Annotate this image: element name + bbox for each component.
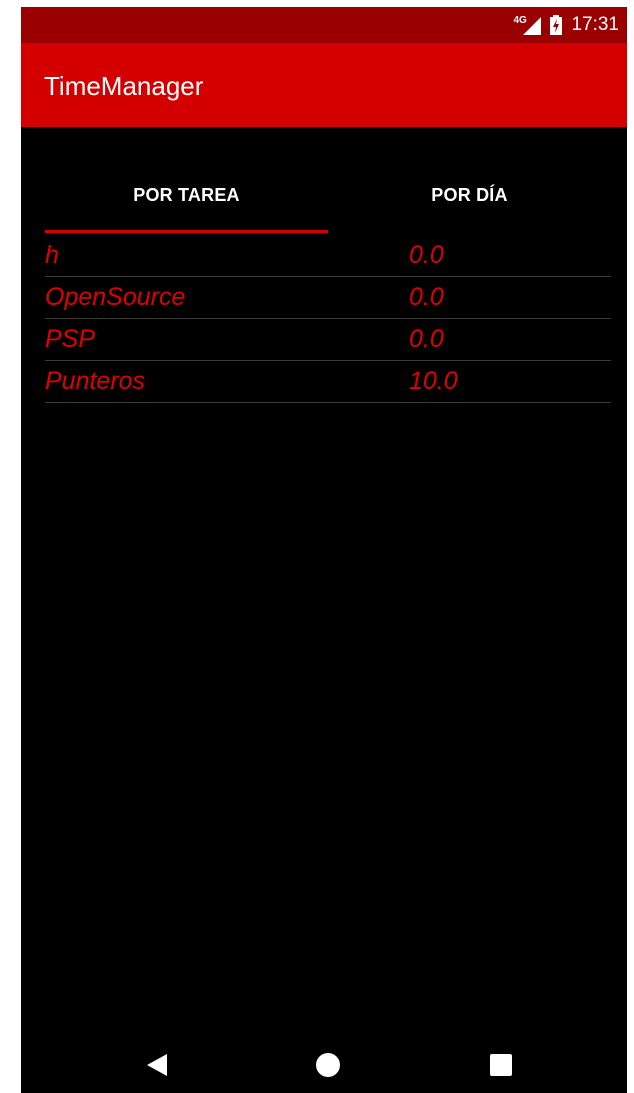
task-hours: 0.0 bbox=[409, 325, 444, 353]
task-list: h 0.0 OpenSource 0.0 PSP 0.0 Punteros 10… bbox=[45, 235, 611, 403]
tab-label: POR TAREA bbox=[133, 185, 240, 205]
app-bar: TimeManager bbox=[21, 43, 627, 127]
back-button[interactable] bbox=[127, 1037, 187, 1093]
system-navigation-bar bbox=[21, 1037, 627, 1093]
task-hours: 0.0 bbox=[409, 241, 444, 269]
back-icon bbox=[147, 1054, 167, 1076]
task-name: OpenSource bbox=[45, 283, 186, 311]
app-title: TimeManager bbox=[44, 71, 204, 101]
home-icon bbox=[316, 1053, 340, 1077]
task-name: PSP bbox=[45, 325, 96, 353]
battery-charging-icon bbox=[550, 15, 563, 35]
app-screen: 4G 17:31 TimeManager POR TAREA POR DÍA h… bbox=[21, 7, 627, 1093]
task-row[interactable]: h 0.0 bbox=[45, 235, 611, 277]
tab-por-dia[interactable]: POR DÍA bbox=[328, 157, 611, 235]
status-icons: 4G 17:31 bbox=[511, 7, 619, 43]
task-hours: 10.0 bbox=[409, 367, 458, 395]
selected-tab-indicator bbox=[45, 230, 328, 233]
network-indicator: 4G bbox=[511, 15, 542, 35]
tab-label: POR DÍA bbox=[431, 185, 508, 205]
status-bar: 4G 17:31 bbox=[21, 7, 627, 43]
tab-por-tarea[interactable]: POR TAREA bbox=[45, 157, 328, 235]
task-name: Punteros bbox=[45, 367, 146, 395]
recents-button[interactable] bbox=[471, 1037, 531, 1093]
task-row[interactable]: OpenSource 0.0 bbox=[45, 277, 611, 319]
signal-icon bbox=[523, 17, 542, 35]
task-hours: 0.0 bbox=[409, 283, 444, 311]
tab-bar: POR TAREA POR DÍA bbox=[45, 157, 611, 235]
recents-icon bbox=[490, 1054, 512, 1076]
task-row[interactable]: PSP 0.0 bbox=[45, 319, 611, 361]
task-row[interactable]: Punteros 10.0 bbox=[45, 361, 611, 403]
status-time: 17:31 bbox=[571, 14, 619, 35]
task-name: h bbox=[45, 241, 59, 269]
home-button[interactable] bbox=[298, 1037, 358, 1093]
